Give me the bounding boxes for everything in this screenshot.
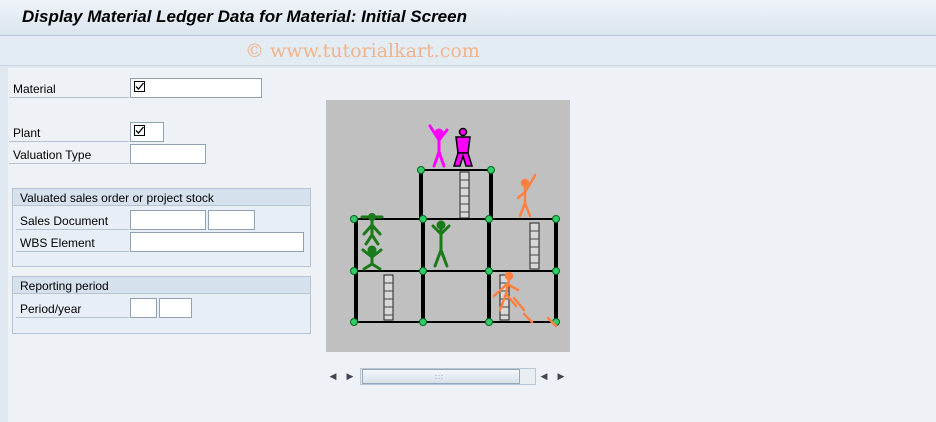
plant-label-underline — [9, 141, 129, 142]
page-title: Display Material Ledger Data for Materia… — [22, 7, 467, 26]
scroll-right-arrow-icon[interactable]: ▶ — [344, 368, 356, 385]
plant-label: Plant — [13, 126, 41, 140]
wbs-element-label: WBS Element — [20, 236, 95, 250]
sales-document-item-input[interactable] — [208, 210, 255, 230]
period-year-label-underline — [16, 317, 129, 318]
construction-game-picture — [326, 100, 570, 352]
sales-document-label: Sales Document — [20, 214, 109, 228]
watermark: © www.tutorialkart.com — [245, 40, 480, 62]
valuation-type-input[interactable] — [130, 144, 206, 164]
construction-game-graphic-icon — [350, 124, 560, 328]
sales-document-input[interactable] — [130, 210, 206, 230]
required-checkbox-icon — [134, 125, 145, 136]
scroll-page-right-arrow-icon[interactable]: ▶ — [555, 368, 567, 385]
plant-input[interactable] — [130, 122, 164, 142]
group-header: Reporting period — [13, 277, 310, 294]
period-input[interactable] — [130, 298, 157, 318]
title-bar: Display Material Ledger Data for Materia… — [0, 0, 936, 36]
material-label-underline — [9, 97, 129, 98]
wbs-element-input[interactable] — [130, 232, 304, 252]
required-checkbox-icon — [134, 81, 145, 92]
period-year-label: Period/year — [20, 302, 82, 316]
year-input[interactable] — [159, 298, 192, 318]
scroll-page-left-arrow-icon[interactable]: ◀ — [538, 368, 550, 385]
group-title: Valuated sales order or project stock — [20, 191, 214, 205]
material-label: Material — [13, 82, 56, 96]
group-title: Reporting period — [20, 279, 109, 293]
scrollbar-grip: ::: — [435, 374, 444, 381]
wbs-element-label-underline — [16, 251, 129, 252]
valuation-type-label-underline — [9, 163, 129, 164]
scroll-left-arrow-icon[interactable]: ◀ — [327, 368, 339, 385]
material-input[interactable] — [130, 78, 262, 98]
horizontal-scrollbar-thumb[interactable]: ::: — [362, 369, 520, 384]
valuation-type-label: Valuation Type — [13, 148, 92, 162]
sales-document-label-underline — [16, 229, 129, 230]
group-header: Valuated sales order or project stock — [13, 189, 310, 206]
